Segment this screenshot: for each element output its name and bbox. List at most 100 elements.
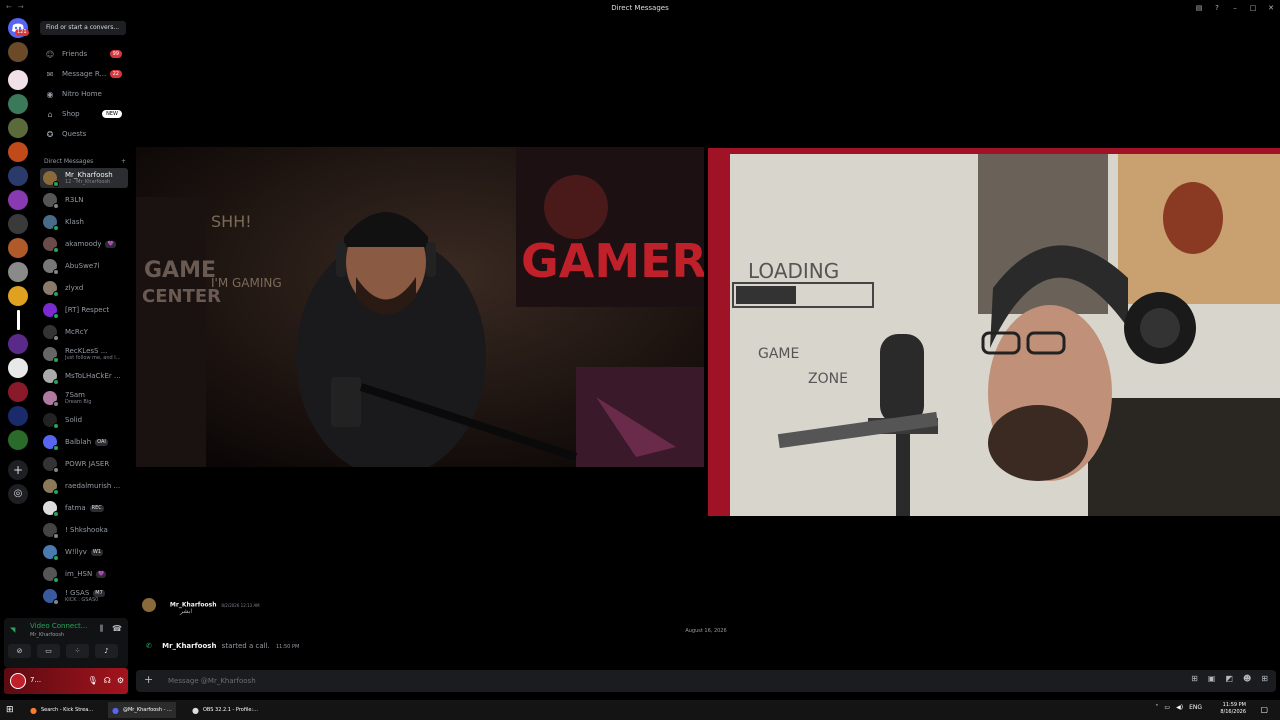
nav-message-requests[interactable]: ✉ Message R... 22: [40, 65, 126, 83]
status-dot: [53, 291, 59, 297]
taskbar-app-browser[interactable]: ● Search - Kick Strea...: [26, 702, 97, 718]
voice-status[interactable]: Video Connect...: [30, 622, 87, 630]
dm-names: RecKLesS ... Just follow me, and I...: [65, 347, 121, 361]
status-dot: [53, 489, 59, 495]
minimize-icon[interactable]: –: [1226, 4, 1244, 12]
server-icon-10[interactable]: [8, 262, 28, 282]
dm-item[interactable]: Klash: [40, 212, 128, 232]
dm-item[interactable]: akamoody 💜: [40, 234, 128, 254]
dm-names: McRcY: [65, 328, 88, 336]
mic-icon[interactable]: 🎙: [88, 676, 98, 685]
avatar: [43, 567, 59, 583]
dm-item[interactable]: Solid: [40, 410, 128, 430]
server-icon-1[interactable]: [8, 42, 28, 62]
dm-item[interactable]: zlyxd: [40, 278, 128, 298]
voice-channel[interactable]: Mr_Kharfoosh: [30, 632, 64, 638]
volume-icon[interactable]: ◀): [1176, 704, 1183, 711]
server-icon-14[interactable]: [8, 382, 28, 402]
inbox-icon[interactable]: ▤: [1190, 4, 1208, 12]
video-tile-1[interactable]: GAME CENTER SHH! I'M GAMING GAMER: [136, 147, 704, 467]
dm-item[interactable]: R3LN: [40, 190, 128, 210]
date-divider: August 16, 2026: [685, 628, 727, 634]
avatar: [43, 237, 59, 253]
server-icon-8[interactable]: [8, 214, 28, 234]
message-author[interactable]: Mr_Kharfoosh: [170, 602, 217, 609]
video-tile-2[interactable]: LOADING GAME ZONE: [708, 148, 1280, 516]
screen-share-icon[interactable]: ▭: [37, 644, 60, 658]
dm-item[interactable]: [RT] Respect: [40, 300, 128, 320]
dm-item[interactable]: Mr_Kharfoosh 12 · Mr_Kharfoosh: [40, 168, 128, 188]
dm-item[interactable]: RecKLesS ... Just follow me, and I...: [40, 344, 128, 364]
search-input[interactable]: Find or start a convers...: [40, 21, 126, 35]
dm-item[interactable]: im_HSN 💜: [40, 564, 128, 584]
dm-item[interactable]: W!llyv W1: [40, 542, 128, 562]
apps-icon[interactable]: ⊞: [1261, 674, 1268, 683]
dm-item[interactable]: raedalmurish ...: [40, 476, 128, 496]
server-icon-5[interactable]: [8, 142, 28, 162]
server-icon-2[interactable]: [8, 70, 28, 90]
dm-item[interactable]: ! Shkshooka: [40, 520, 128, 540]
taskbar-app-obs[interactable]: ● OBS 32.2.1 - Profile:...: [188, 702, 262, 718]
close-icon[interactable]: ✕: [1262, 4, 1280, 12]
call-author[interactable]: Mr_Kharfoosh: [162, 642, 216, 650]
dm-item[interactable]: POWR JASER: [40, 454, 128, 474]
dm-item[interactable]: MsToLHaCkEr ...: [40, 366, 128, 386]
nav-label: Quests: [62, 130, 87, 138]
server-icon-4[interactable]: [8, 118, 28, 138]
server-icon-16[interactable]: [8, 430, 28, 450]
network-icon[interactable]: ▭: [1164, 704, 1170, 711]
headset-icon[interactable]: ☊: [104, 676, 111, 685]
dm-names: [RT] Respect: [65, 306, 109, 314]
gift-icon[interactable]: ⊞: [1191, 674, 1198, 683]
dm-item[interactable]: McRcY: [40, 322, 128, 342]
message-input[interactable]: [168, 674, 868, 688]
dm-item[interactable]: fatma REC: [40, 498, 128, 518]
nav-label: Friends: [62, 50, 88, 58]
help-icon[interactable]: ?: [1208, 4, 1226, 12]
server-icon-13[interactable]: [8, 358, 28, 378]
dm-item[interactable]: AbuSwe7l: [40, 256, 128, 276]
server-icon-12[interactable]: [8, 334, 28, 354]
server-icon-3[interactable]: [8, 94, 28, 114]
dm-item[interactable]: Balblah OAI: [40, 432, 128, 452]
server-icon-15[interactable]: [8, 406, 28, 426]
emoji-icon[interactable]: ☻: [1243, 674, 1251, 683]
chevron-up-icon[interactable]: ˄: [1155, 704, 1158, 711]
language-indicator[interactable]: ENG: [1189, 704, 1202, 711]
dm-item[interactable]: 7Sam Dream Big: [40, 388, 128, 408]
activities-icon[interactable]: ⁘: [66, 644, 89, 658]
create-dm-plus-icon[interactable]: +: [121, 158, 126, 165]
settings-gear-icon[interactable]: ⚙: [117, 676, 124, 685]
soundboard-icon[interactable]: ♪: [95, 644, 118, 658]
dm-item[interactable]: ! GSAS M7 KICK : GSAS0: [40, 586, 128, 606]
avatar: [43, 259, 59, 275]
avatar: [43, 523, 59, 539]
clock[interactable]: 11:59 PM 8/16/2026: [1220, 702, 1246, 716]
dm-names: AbuSwe7l: [65, 262, 100, 270]
nav-shop[interactable]: ⌂ Shop NEW: [40, 105, 126, 123]
nav-quests[interactable]: ✪ Quests: [40, 125, 126, 143]
add-server-icon[interactable]: +: [8, 460, 28, 480]
server-icon-11[interactable]: [8, 286, 28, 306]
upload-plus-icon[interactable]: +: [144, 673, 153, 686]
camera-off-icon[interactable]: ⊘: [8, 644, 31, 658]
discover-icon[interactable]: ◎: [8, 484, 28, 504]
svg-text:SHH!: SHH!: [211, 212, 252, 231]
server-icon-6[interactable]: [8, 166, 28, 186]
nav-label: Message R...: [62, 70, 107, 78]
user-name[interactable]: 7...: [30, 676, 41, 684]
noise-suppression-icon[interactable]: ⫼: [100, 624, 104, 633]
server-icon-7[interactable]: [8, 190, 28, 210]
gif-icon[interactable]: ▣: [1208, 674, 1216, 683]
disconnect-icon[interactable]: ☎: [112, 624, 122, 633]
dm-names: ! Shkshooka: [65, 526, 108, 534]
server-icon-9[interactable]: [8, 238, 28, 258]
sticker-icon[interactable]: ◩: [1225, 674, 1233, 683]
user-avatar[interactable]: [10, 673, 26, 689]
maximize-icon[interactable]: □: [1244, 4, 1262, 12]
notification-icon[interactable]: ▢: [1260, 705, 1268, 714]
windows-start-icon[interactable]: ⊞: [6, 705, 14, 715]
nav-nitro-home[interactable]: ◉ Nitro Home: [40, 85, 126, 103]
taskbar-app-discord[interactable]: ● @Mr_Kharfoosh - ...: [108, 702, 176, 718]
nav-friends[interactable]: ☺ Friends 99: [40, 45, 126, 63]
